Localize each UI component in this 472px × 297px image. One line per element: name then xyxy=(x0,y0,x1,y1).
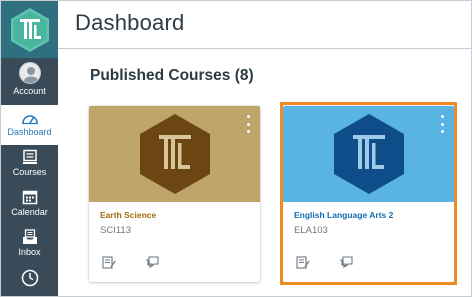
announcements-icon[interactable] xyxy=(102,256,116,269)
course-card-hero[interactable] xyxy=(283,106,454,202)
announcements-icon[interactable] xyxy=(296,256,310,269)
nav-item-dashboard[interactable]: Dashboard xyxy=(1,105,58,145)
courses-icon xyxy=(22,149,37,164)
course-code: SCI113 xyxy=(100,225,131,236)
page-header: Dashboard xyxy=(58,1,471,49)
course-name[interactable]: English Language Arts 2 xyxy=(294,210,393,220)
course-image-icon xyxy=(139,114,210,194)
nav-label-courses: Courses xyxy=(12,167,47,177)
options-icon[interactable] xyxy=(242,115,254,133)
options-icon[interactable] xyxy=(436,115,448,133)
course-card[interactable]: Earth Science SCI113 xyxy=(89,106,260,282)
inbox-icon xyxy=(22,229,37,244)
course-image-icon xyxy=(333,114,404,194)
history-icon xyxy=(21,269,38,287)
logo-icon xyxy=(10,7,49,52)
account-avatar-icon xyxy=(18,62,41,84)
logo[interactable] xyxy=(1,1,58,58)
page-title: Dashboard xyxy=(75,10,185,35)
nav-item-account[interactable]: Account xyxy=(1,62,58,100)
course-card[interactable]: English Language Arts 2 ELA103 xyxy=(283,106,454,282)
nav-item-courses[interactable]: Courses xyxy=(1,149,58,183)
nav-label-inbox: Inbox xyxy=(18,247,41,257)
course-card-actions xyxy=(102,256,159,269)
calendar-icon xyxy=(22,190,37,205)
nav-label-calendar: Calendar xyxy=(11,207,48,217)
course-name[interactable]: Earth Science xyxy=(100,210,156,220)
dashboard-icon xyxy=(21,115,38,125)
course-card-actions xyxy=(296,256,353,269)
nav-item-inbox[interactable]: Inbox xyxy=(1,229,58,263)
global-navigation: Account Dashboard Courses Calendar Inbox xyxy=(1,1,58,296)
nav-item-history[interactable] xyxy=(1,269,58,293)
course-card-hero[interactable] xyxy=(89,106,260,202)
app-frame: Account Dashboard Courses Calendar Inbox… xyxy=(0,0,472,297)
discussions-icon[interactable] xyxy=(339,256,353,269)
nav-item-calendar[interactable]: Calendar xyxy=(1,189,58,223)
section-title: Published Courses (8) xyxy=(90,67,254,84)
nav-label-dashboard: Dashboard xyxy=(7,127,52,137)
nav-label-account: Account xyxy=(13,86,46,96)
discussions-icon[interactable] xyxy=(145,256,159,269)
course-code: ELA103 xyxy=(294,225,328,236)
